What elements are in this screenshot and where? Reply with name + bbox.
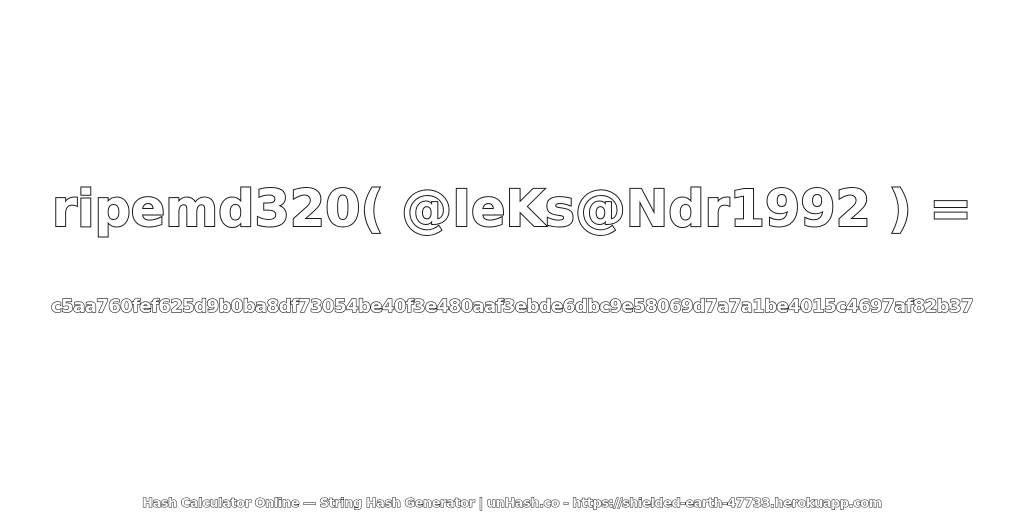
hash-result-value: c5aa760fef625d9b0ba8df73054be40f3e480aaf… bbox=[50, 296, 974, 317]
hash-expression-heading: ripemd320( @IeKs@Ndr1992 ) = bbox=[51, 179, 973, 238]
site-footer-credit: Hash Calculator Online — String Hash Gen… bbox=[142, 495, 883, 510]
